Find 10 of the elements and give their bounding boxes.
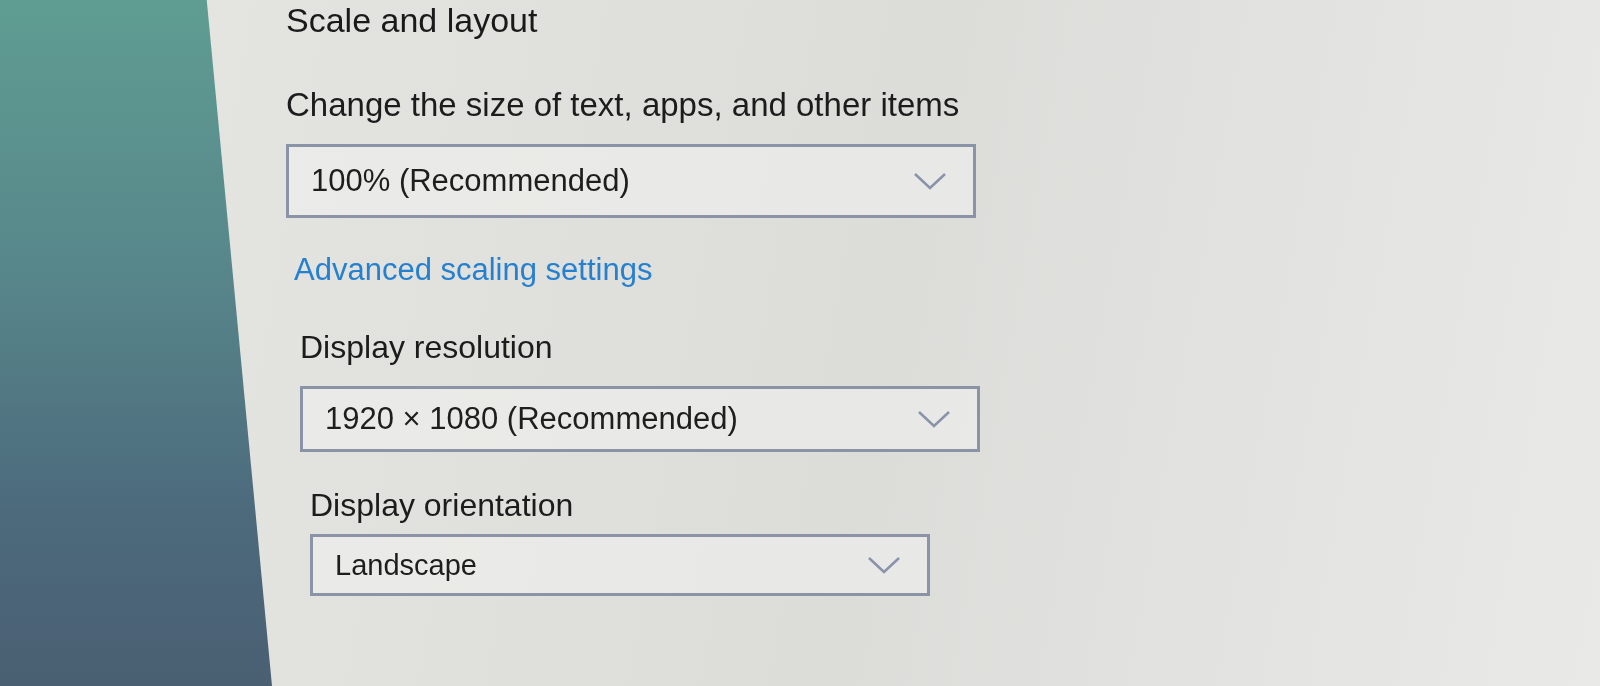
setting-label: Display resolution xyxy=(300,328,553,366)
dropdown[interactable]: Landscape xyxy=(310,534,930,596)
section-heading: Scale and layout xyxy=(286,0,538,40)
setting-label: Change the size of text, apps, and other items xyxy=(286,86,960,124)
dropdown[interactable]: 1920 × 1080 (Recommended) xyxy=(300,386,980,452)
chevron-down-icon xyxy=(917,410,951,428)
setting-label: Display orientation xyxy=(310,486,574,524)
chevron-down-icon xyxy=(913,172,947,190)
chevron-down-icon xyxy=(867,556,901,574)
dropdown[interactable]: 100% (Recommended) xyxy=(286,144,976,218)
